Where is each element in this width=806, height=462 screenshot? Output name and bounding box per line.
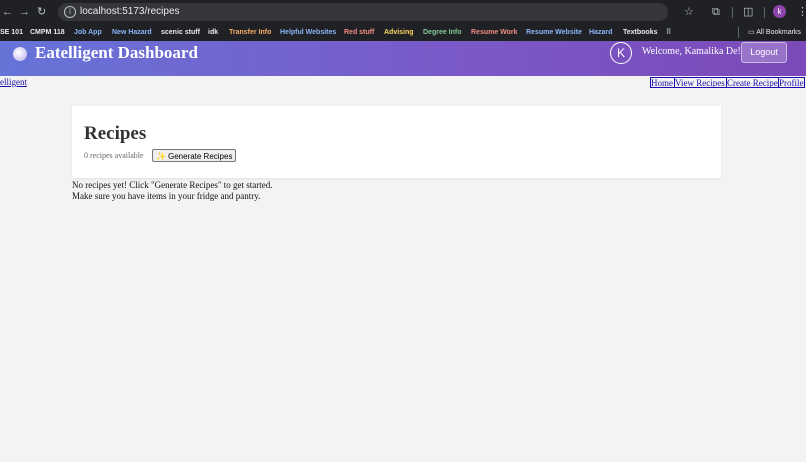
apps-grid-icon[interactable]: ⠿ bbox=[666, 27, 671, 38]
all-bookmarks-label: All Bookmarks bbox=[756, 29, 801, 36]
empty-state: No recipes yet! Click "Generate Recipes"… bbox=[72, 180, 273, 202]
back-arrow-icon[interactable]: ← bbox=[2, 4, 13, 20]
recipes-heading: Recipes bbox=[84, 123, 147, 144]
site-info-icon[interactable]: i bbox=[64, 6, 76, 18]
nav-link-profile[interactable]: Profile bbox=[778, 77, 805, 88]
bookmark-item[interactable]: Job App bbox=[74, 27, 102, 38]
generate-recipes-button[interactable]: ✨ Generate Recipes bbox=[152, 149, 237, 162]
bookmark-item[interactable]: scenic stuff bbox=[161, 27, 200, 38]
bookmark-item[interactable]: Resume Website bbox=[526, 27, 582, 38]
split-view-icon[interactable]: ◫ bbox=[743, 4, 753, 20]
logo-icon bbox=[13, 47, 27, 61]
bookmark-item[interactable]: Textbooks bbox=[623, 27, 658, 38]
extensions-icon[interactable]: ⧉ bbox=[712, 4, 720, 20]
bookmarks-divider bbox=[738, 27, 739, 38]
bookmark-item[interactable]: Resume Work bbox=[471, 27, 518, 38]
bookmark-item[interactable]: Red stuff bbox=[344, 27, 374, 38]
address-bar[interactable]: i localhost:5173/recipes bbox=[58, 3, 668, 21]
bookmark-item[interactable]: CMPM 118 bbox=[30, 27, 65, 38]
profile-avatar[interactable]: k bbox=[773, 5, 786, 18]
bookmark-item[interactable]: Transfer Info bbox=[229, 27, 271, 38]
bookmark-item[interactable]: idk bbox=[208, 27, 218, 38]
logout-button[interactable]: Logout bbox=[741, 42, 787, 63]
bookmarks-bar: SE 101 CMPM 118 Job App New Hazard sceni… bbox=[0, 24, 806, 41]
empty-hint: Make sure you have items in your fridge … bbox=[72, 191, 261, 201]
browser-toolbar: ← → ↻ i localhost:5173/recipes ☆ ⧉ ◫ k ⋮ bbox=[0, 0, 806, 24]
url-text[interactable]: localhost:5173/recipes bbox=[80, 5, 180, 19]
bookmark-item[interactable]: New Hazard bbox=[112, 27, 152, 38]
forward-arrow-icon[interactable]: → bbox=[19, 4, 30, 20]
bookmark-item[interactable]: SE 101 bbox=[0, 27, 23, 38]
toolbar-divider bbox=[764, 7, 765, 18]
all-bookmarks-folder[interactable]: ▭ All Bookmarks bbox=[748, 27, 801, 38]
avatar[interactable]: K bbox=[610, 42, 632, 64]
brand-link[interactable]: elligent bbox=[0, 77, 27, 87]
reload-icon[interactable]: ↻ bbox=[37, 4, 46, 20]
bookmark-item[interactable]: Advising bbox=[384, 27, 414, 38]
app-header: Eatelligent Dashboard K Welcome, Kamalik… bbox=[0, 41, 806, 76]
nav-link-create-recipe[interactable]: Create Recipe bbox=[726, 77, 779, 88]
generate-recipes-label: Generate Recipes bbox=[167, 152, 233, 161]
folder-icon: ▭ bbox=[748, 29, 755, 36]
bookmark-item[interactable]: Helpful Websites bbox=[280, 27, 336, 38]
nav-link-home[interactable]: Home bbox=[650, 77, 675, 88]
sparkle-icon: ✨ bbox=[156, 152, 166, 161]
welcome-text: Welcome, Kamalika De! bbox=[642, 46, 741, 57]
recipes-card: Recipes 0 recipes available ✨ Generate Re… bbox=[72, 106, 721, 178]
bookmark-item[interactable]: Degree Info bbox=[423, 27, 462, 38]
bookmark-item[interactable]: Hazard bbox=[589, 27, 612, 38]
nav-link-view-recipes[interactable]: View Recipes bbox=[674, 77, 727, 88]
menu-kebab-icon[interactable]: ⋮ bbox=[797, 4, 806, 20]
recipe-count: 0 recipes available bbox=[84, 151, 144, 160]
bookmark-star-icon[interactable]: ☆ bbox=[684, 4, 694, 20]
page-title: Eatelligent Dashboard bbox=[35, 43, 198, 62]
toolbar-divider bbox=[732, 7, 733, 18]
empty-message: No recipes yet! Click "Generate Recipes"… bbox=[72, 180, 273, 190]
